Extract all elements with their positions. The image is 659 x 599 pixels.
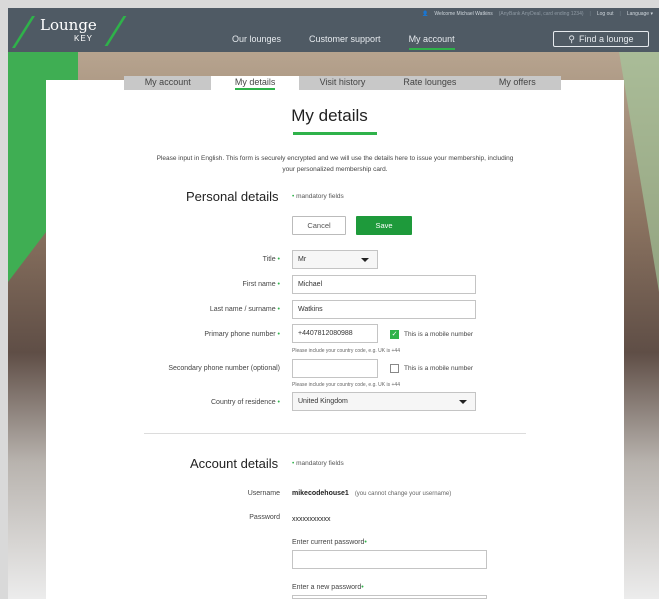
- required-dot: •: [277, 399, 280, 406]
- label-text: Enter a new password: [292, 584, 362, 591]
- title-label: Title •: [50, 256, 280, 263]
- welcome-detail: (AnyBank AnyDeal, card ending 1234): [498, 11, 584, 17]
- find-lounge-label: Find a lounge: [579, 34, 634, 44]
- required-dot: •: [277, 281, 280, 288]
- password-label: Password: [249, 514, 280, 521]
- logo-slash-left: [12, 16, 35, 48]
- required-dot: •: [277, 256, 280, 263]
- secondary-phone-label: Secondary phone number (optional): [168, 365, 280, 372]
- username-label: Username: [247, 490, 280, 497]
- primary-phone-label: Primary phone number •: [50, 331, 280, 338]
- mandatory-note: • mandatory fields: [292, 193, 344, 200]
- tab-label: Visit history: [319, 77, 366, 87]
- last-name-field[interactable]: Watkins: [292, 300, 476, 319]
- label-text: Country of residence: [211, 399, 276, 406]
- required-dot: •: [277, 306, 280, 313]
- new-password-label: Enter a new password•: [292, 584, 364, 591]
- search-icon: ⚲: [568, 33, 576, 44]
- section-divider: [144, 433, 526, 434]
- top-bar: Lounge KEY 👤 Welcome Michael Watkins (An…: [8, 8, 659, 52]
- label-text: Title: [262, 256, 276, 263]
- intro-text: Please input in English. This form is se…: [156, 155, 514, 173]
- username-note: (you cannot change your username): [354, 491, 452, 497]
- welcome-separator: |: [619, 11, 621, 17]
- checkbox-box: [390, 364, 399, 373]
- tab-my-offers[interactable]: My offers: [474, 76, 561, 90]
- welcome-separator: |: [589, 11, 591, 17]
- page-title: My details: [291, 106, 368, 125]
- last-name-label: Last name / surname •: [50, 306, 280, 313]
- title-value: Mr: [298, 256, 307, 263]
- loungekey-logo[interactable]: Lounge KEY: [12, 10, 127, 50]
- main-nav: Our lounges Customer support My account: [232, 34, 455, 50]
- save-button[interactable]: Save: [356, 216, 412, 235]
- tab-my-details[interactable]: My details: [211, 76, 299, 90]
- nav-my-account[interactable]: My account: [408, 34, 455, 50]
- country-value: United Kingdom: [298, 398, 348, 405]
- tab-label: My offers: [498, 77, 536, 87]
- label-text: Enter current password: [292, 539, 365, 546]
- tab-my-account[interactable]: My account: [124, 76, 211, 90]
- welcome-bar: 👤 Welcome Michael Watkins (AnyBank AnyDe…: [422, 11, 653, 17]
- new-password-field[interactable]: [292, 595, 487, 599]
- required-dot: •: [361, 584, 364, 591]
- primary-mobile-checkbox[interactable]: ✓ This is a mobile number: [390, 330, 473, 339]
- required-dot: •: [277, 331, 280, 338]
- welcome-text: Welcome Michael Watkins: [434, 11, 493, 17]
- username-value: mikecodehouse1 (you cannot change your us…: [292, 490, 451, 497]
- tab-label: Rate lounges: [403, 77, 457, 87]
- checkbox-label: This is a mobile number: [404, 331, 473, 338]
- logo-slash-right: [104, 16, 127, 46]
- first-name-field[interactable]: Michael: [292, 275, 476, 294]
- username-text: mikecodehouse1: [292, 490, 349, 497]
- label-text: First name: [242, 281, 276, 288]
- mandatory-text: mandatory fields: [296, 460, 344, 467]
- language-menu[interactable]: Language ▾: [627, 11, 653, 17]
- tab-label: My details: [234, 77, 276, 90]
- secondary-phone-field[interactable]: [292, 359, 378, 378]
- user-icon: 👤: [422, 11, 429, 17]
- hero-light-shape: [619, 52, 659, 292]
- label-text: Primary phone number: [204, 331, 276, 338]
- label-text: Last name / surname: [209, 306, 276, 313]
- checkmark-icon: ✓: [390, 330, 399, 339]
- country-select[interactable]: United Kingdom: [292, 392, 476, 411]
- tab-label: My account: [144, 77, 191, 87]
- logout-link[interactable]: Log out: [597, 11, 614, 17]
- mandatory-text: mandatory fields: [296, 193, 344, 200]
- tab-visit-history[interactable]: Visit history: [299, 76, 386, 90]
- first-name-label: First name •: [50, 281, 280, 288]
- nav-our-lounges[interactable]: Our lounges: [232, 34, 281, 48]
- primary-phone-field[interactable]: +4407812080988: [292, 324, 378, 343]
- required-dot: •: [364, 539, 367, 546]
- current-password-label: Enter current password•: [292, 539, 367, 546]
- find-lounge-button[interactable]: ⚲ Find a lounge: [553, 31, 649, 47]
- chevron-down-icon: [459, 399, 467, 404]
- logo-word: Lounge: [40, 16, 97, 34]
- nav-customer-support[interactable]: Customer support: [309, 34, 381, 48]
- title-select[interactable]: Mr: [292, 250, 378, 269]
- checkbox-label: This is a mobile number: [404, 365, 473, 372]
- logo-key: KEY: [74, 34, 94, 43]
- secondary-mobile-checkbox[interactable]: This is a mobile number: [390, 364, 473, 373]
- chevron-down-icon: [361, 257, 369, 262]
- tab-rate-lounges[interactable]: Rate lounges: [386, 76, 473, 90]
- personal-details-heading: Personal details: [186, 189, 279, 204]
- secondary-phone-hint: Please include your country code, e.g. U…: [292, 382, 400, 388]
- title-underline: [293, 132, 377, 135]
- primary-phone-hint: Please include your country code, e.g. U…: [292, 348, 400, 354]
- password-value: xxxxxxxxxxx: [292, 516, 331, 523]
- country-label: Country of residence •: [50, 399, 280, 406]
- mandatory-note: • mandatory fields: [292, 460, 344, 467]
- current-password-field[interactable]: [292, 550, 487, 569]
- account-details-heading: Account details: [190, 456, 279, 471]
- account-subtabs: My account My details Visit history Rate…: [124, 76, 561, 90]
- cancel-button[interactable]: Cancel: [292, 216, 346, 235]
